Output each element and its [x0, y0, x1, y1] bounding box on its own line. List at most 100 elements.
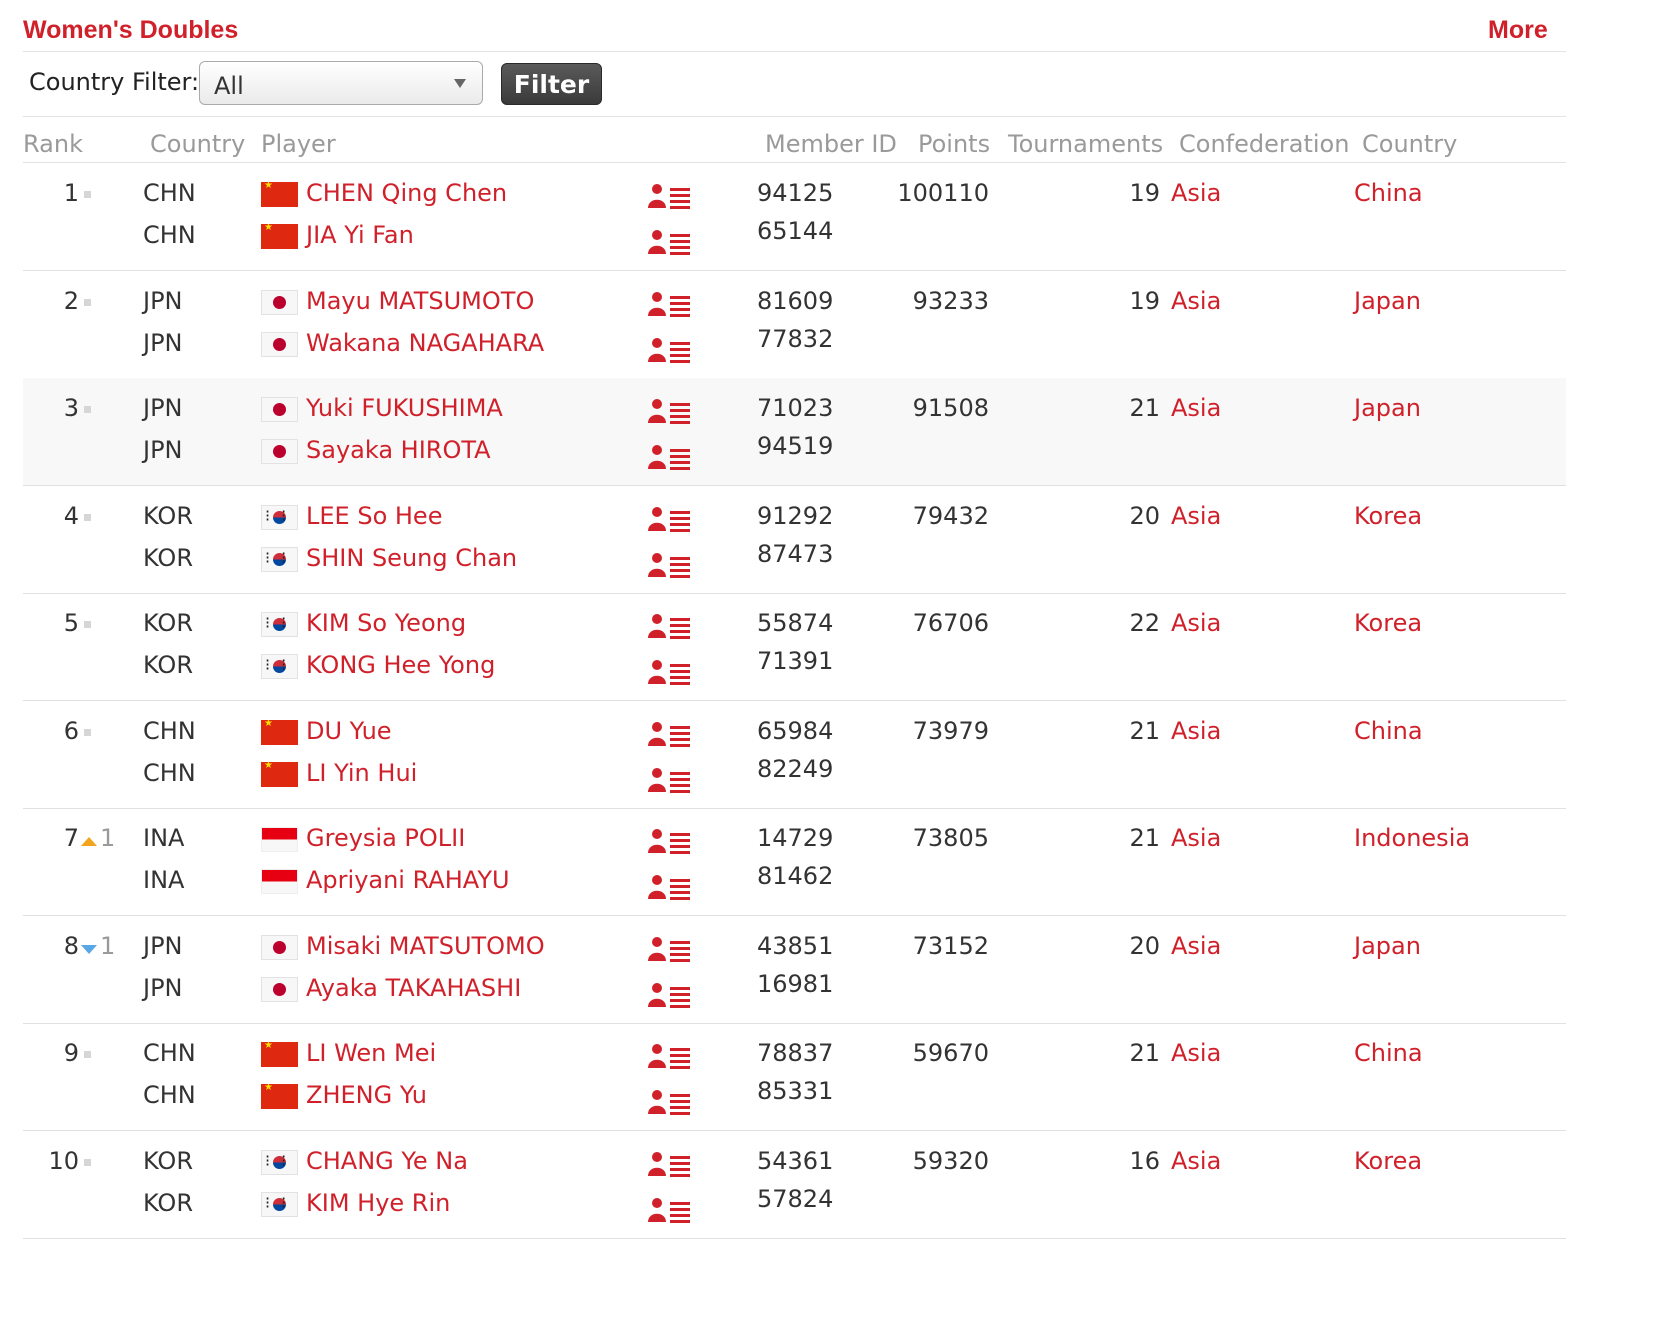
tournaments-value: 16: [1129, 1147, 1160, 1175]
country-name-link[interactable]: China: [1354, 179, 1423, 207]
kor-flag-icon: [261, 505, 298, 530]
chevron-down-icon: [454, 79, 466, 88]
rank-value: 7: [63, 824, 79, 852]
confederation-link[interactable]: Asia: [1171, 1147, 1221, 1175]
confederation-link[interactable]: Asia: [1171, 179, 1221, 207]
player-profile-icon[interactable]: [648, 721, 692, 747]
player-profile-icon[interactable]: [648, 183, 692, 209]
confederation-link[interactable]: Asia: [1171, 824, 1221, 852]
player-name-link[interactable]: JIA Yi Fan: [306, 221, 414, 249]
country-name-link[interactable]: Japan: [1354, 932, 1421, 960]
player-profile-icon[interactable]: [648, 828, 692, 854]
player-name-link[interactable]: SHIN Seung Chan: [306, 544, 517, 572]
player-name-link[interactable]: Mayu MATSUMOTO: [306, 287, 534, 315]
player-name-link[interactable]: DU Yue: [306, 717, 392, 745]
country-name-link[interactable]: China: [1354, 717, 1423, 745]
player-name-link[interactable]: LEE So Hee: [306, 502, 442, 530]
member-id: 57824: [757, 1185, 834, 1213]
player-profile-icon[interactable]: [648, 337, 692, 363]
country-name-link[interactable]: Indonesia: [1354, 824, 1470, 852]
player-name-link[interactable]: Misaki MATSUTOMO: [306, 932, 545, 960]
player-profile-icon[interactable]: [648, 506, 692, 532]
member-id: 71023: [757, 394, 834, 422]
player-country-code: KOR: [143, 1147, 193, 1175]
country-name-link[interactable]: Japan: [1354, 394, 1421, 422]
player-profile-icon[interactable]: [648, 291, 692, 317]
header-country: Country: [150, 130, 246, 158]
member-id: 87473: [757, 540, 834, 568]
rank-unchanged-icon: [84, 514, 91, 521]
player-name-link[interactable]: Sayaka HIROTA: [306, 436, 491, 464]
player-profile-icon[interactable]: [648, 444, 692, 470]
points-value: 91508: [912, 394, 989, 422]
player-profile-icon[interactable]: [648, 1089, 692, 1115]
player-profile-icon[interactable]: [648, 1151, 692, 1177]
player-profile-icon[interactable]: [648, 982, 692, 1008]
confederation-link[interactable]: Asia: [1171, 394, 1221, 422]
rank-unchanged-icon: [84, 621, 91, 628]
player-profile-icon[interactable]: [648, 552, 692, 578]
player-profile-icon[interactable]: [648, 1043, 692, 1069]
country-name-link[interactable]: Korea: [1354, 609, 1422, 637]
player-profile-icon[interactable]: [648, 613, 692, 639]
confederation-link[interactable]: Asia: [1171, 717, 1221, 745]
rank-value: 1: [63, 179, 79, 207]
rank-unchanged-icon: [84, 1159, 91, 1166]
player-name-link[interactable]: Wakana NAGAHARA: [306, 329, 544, 357]
player-profile-icon[interactable]: [648, 1197, 692, 1223]
player-name-link[interactable]: KIM Hye Rin: [306, 1189, 450, 1217]
player-name-link[interactable]: LI Wen Mei: [306, 1039, 436, 1067]
rank-unchanged-icon: [84, 729, 91, 736]
player-name-link[interactable]: CHANG Ye Na: [306, 1147, 468, 1175]
player-name-link[interactable]: KONG Hee Yong: [306, 651, 495, 679]
points-value: 73979: [912, 717, 989, 745]
ina-flag-icon: [261, 869, 298, 894]
country-filter-select[interactable]: All: [199, 61, 483, 105]
confederation-link[interactable]: Asia: [1171, 1039, 1221, 1067]
country-name-link[interactable]: Japan: [1354, 287, 1421, 315]
country-name-link[interactable]: China: [1354, 1039, 1423, 1067]
rank-unchanged-icon: [84, 406, 91, 413]
member-id: 81462: [757, 862, 834, 890]
header-rank: Rank: [23, 130, 83, 158]
points-value: 100110: [897, 179, 989, 207]
player-profile-icon[interactable]: [648, 659, 692, 685]
tournaments-value: 21: [1129, 717, 1160, 745]
filter-button[interactable]: Filter: [501, 63, 602, 105]
table-row: 4 KOR LEE So Hee 91292 KOR SHIN Seung Chan 874…: [23, 486, 1566, 594]
divider: [23, 116, 1566, 117]
confederation-link[interactable]: Asia: [1171, 287, 1221, 315]
rank-change: 1: [100, 932, 116, 960]
country-name-link[interactable]: Korea: [1354, 502, 1422, 530]
player-profile-icon[interactable]: [648, 398, 692, 424]
country-filter-label: Country Filter:: [29, 68, 200, 96]
jpn-flag-icon: [261, 397, 298, 422]
player-name-link[interactable]: Yuki FUKUSHIMA: [306, 394, 503, 422]
rank-value: 6: [63, 717, 79, 745]
player-name-link[interactable]: CHEN Qing Chen: [306, 179, 507, 207]
jpn-flag-icon: [261, 935, 298, 960]
player-name-link[interactable]: KIM So Yeong: [306, 609, 466, 637]
member-id: 65984: [757, 717, 834, 745]
country-name-link[interactable]: Korea: [1354, 1147, 1422, 1175]
player-profile-icon[interactable]: [648, 936, 692, 962]
confederation-link[interactable]: Asia: [1171, 932, 1221, 960]
jpn-flag-icon: [261, 332, 298, 357]
points-value: 76706: [912, 609, 989, 637]
confederation-link[interactable]: Asia: [1171, 502, 1221, 530]
rank-value: 9: [63, 1039, 79, 1067]
player-name-link[interactable]: LI Yin Hui: [306, 759, 417, 787]
player-name-link[interactable]: ZHENG Yu: [306, 1081, 427, 1109]
player-name-link[interactable]: Ayaka TAKAHASHI: [306, 974, 521, 1002]
player-country-code: JPN: [143, 974, 183, 1002]
more-link[interactable]: More: [1488, 16, 1548, 45]
player-name-link[interactable]: Greysia POLII: [306, 824, 465, 852]
player-country-code: INA: [143, 866, 185, 894]
confederation-link[interactable]: Asia: [1171, 609, 1221, 637]
player-profile-icon[interactable]: [648, 229, 692, 255]
player-name-link[interactable]: Apriyani RAHAYU: [306, 866, 510, 894]
player-profile-icon[interactable]: [648, 767, 692, 793]
player-profile-icon[interactable]: [648, 874, 692, 900]
rank-up-icon: [81, 837, 97, 846]
player-country-code: CHN: [143, 1039, 196, 1067]
